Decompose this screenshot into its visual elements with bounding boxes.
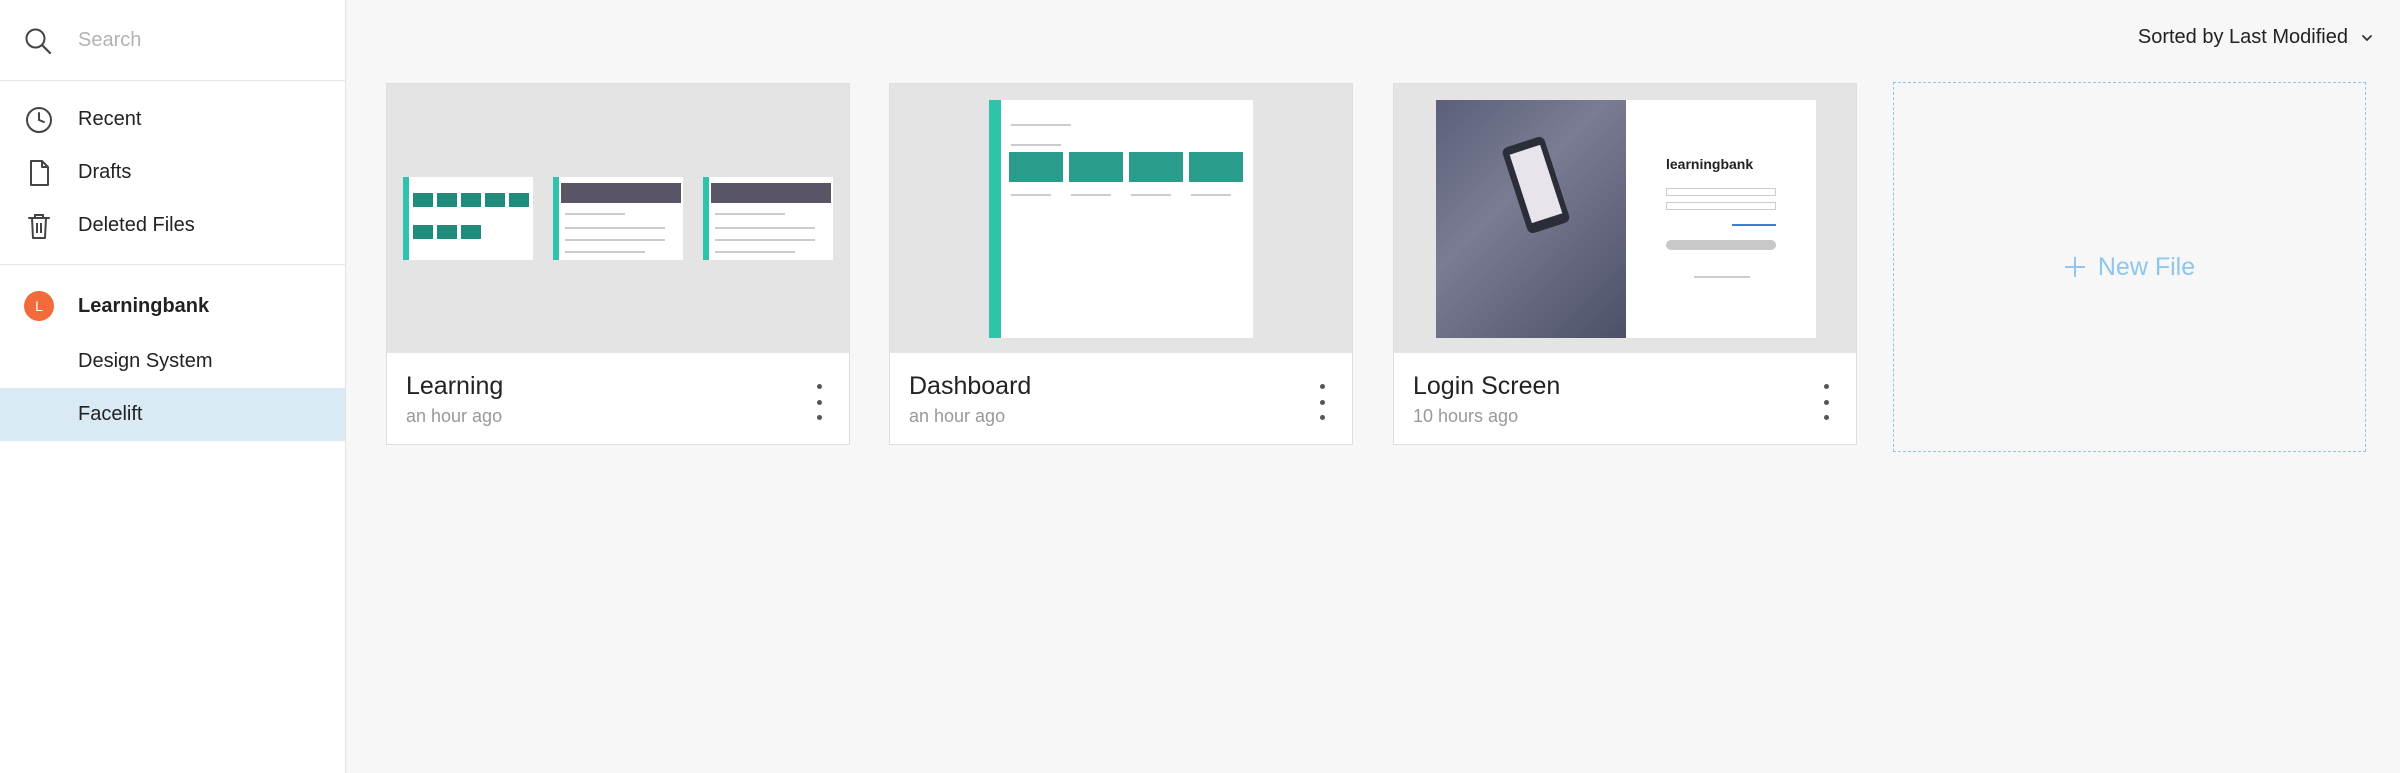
file-name: Dashboard (909, 372, 1032, 400)
nav-item-label: Drafts (78, 161, 132, 183)
preview-screen (403, 177, 533, 260)
project-item-design-system[interactable]: Design System (0, 335, 345, 388)
file-thumbnail: learningbank (1394, 84, 1856, 353)
clock-icon (26, 107, 52, 133)
nav-item-recent[interactable]: Recent (0, 93, 345, 146)
file-card-learning[interactable]: Learning an hour ago (386, 83, 850, 445)
file-name: Login Screen (1413, 372, 1561, 400)
login-logo: learningbank (1666, 156, 1754, 172)
plus-icon (2064, 257, 2085, 277)
preview-screen (989, 100, 1253, 338)
file-modified-time: 10 hours ago (1413, 406, 1519, 426)
file-thumbnail (890, 84, 1352, 353)
file-modified-time: an hour ago (406, 406, 503, 426)
search-bar (0, 0, 345, 81)
file-card-login-screen[interactable]: learningbank Login Screen 10 hours ago (1393, 83, 1857, 445)
file-name: Learning (406, 372, 504, 400)
new-file-button[interactable]: New File (1893, 82, 2366, 452)
project-item-facelift[interactable]: Facelift (0, 388, 345, 441)
chevron-down-icon (2362, 34, 2372, 41)
team-header[interactable]: L Learningbank (0, 279, 345, 335)
file-thumbnail (387, 84, 849, 353)
preview-screen (703, 177, 833, 260)
more-options-icon[interactable] (1816, 384, 1836, 420)
sort-dropdown[interactable]: Sorted by Last Modified (2138, 26, 2374, 49)
sort-label: Sorted by Last Modified (2137, 26, 2348, 48)
document-icon (30, 160, 49, 186)
project-label: Design System (78, 350, 213, 372)
nav-item-drafts[interactable]: Drafts (0, 146, 345, 199)
trash-icon (28, 214, 50, 239)
file-modified-time: an hour ago (909, 406, 1006, 426)
preview-screen (553, 177, 683, 260)
nav-item-deleted-files[interactable]: Deleted Files (0, 199, 345, 252)
team-name: Learningbank (78, 295, 210, 317)
sidebar: Recent Drafts Deleted Files L Learningba… (0, 0, 346, 773)
main-nav: Recent Drafts Deleted Files (0, 81, 345, 265)
more-options-icon[interactable] (1312, 384, 1332, 420)
nav-item-label: Deleted Files (78, 214, 195, 236)
more-options-icon[interactable] (809, 384, 829, 420)
team-avatar: L (24, 291, 54, 321)
preview-screen: learningbank (1436, 100, 1816, 338)
file-card-dashboard[interactable]: Dashboard an hour ago (889, 83, 1353, 445)
team-section: L Learningbank Design System Facelift (0, 265, 345, 441)
new-file-label: New File (2097, 252, 2196, 281)
nav-item-label: Recent (78, 108, 142, 130)
project-label: Facelift (78, 403, 143, 425)
search-icon (25, 28, 52, 55)
search-input[interactable] (78, 24, 328, 56)
